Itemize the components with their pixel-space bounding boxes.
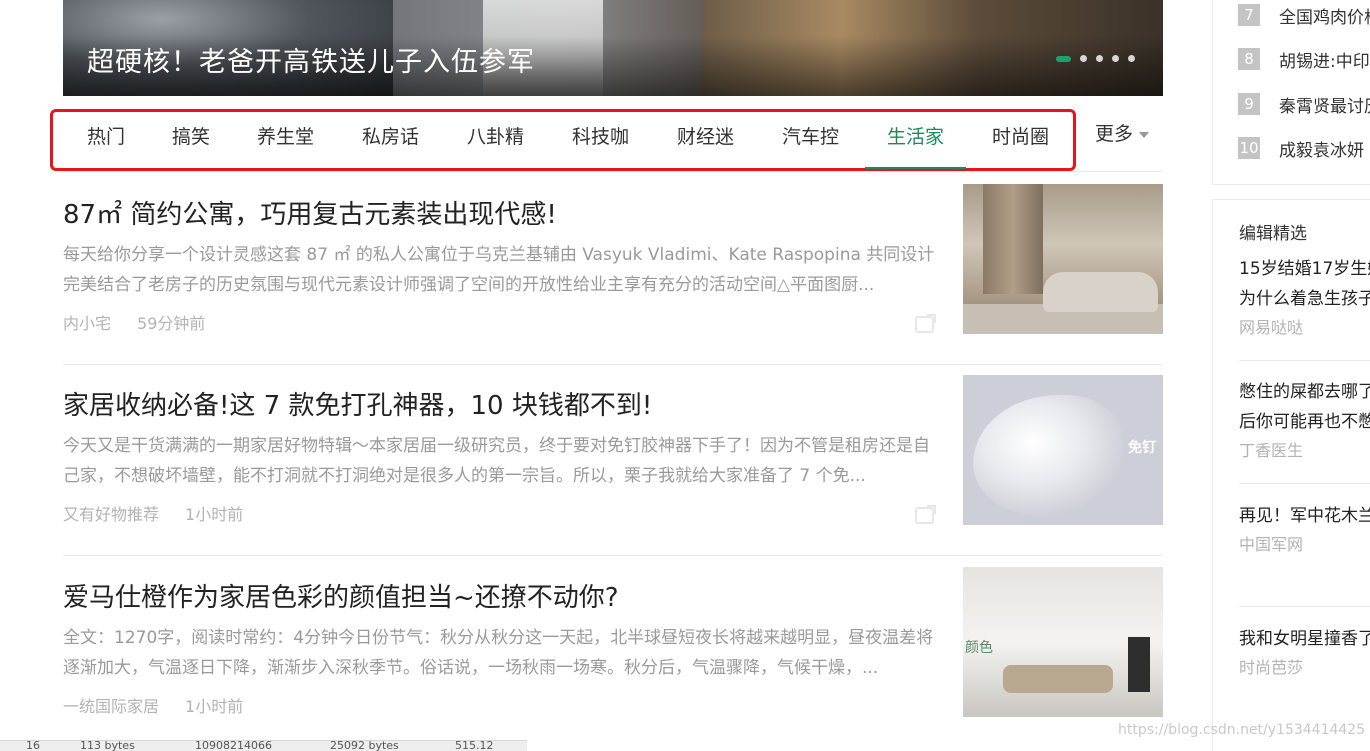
carousel-dot-3[interactable] xyxy=(1096,55,1103,62)
share-icon[interactable] xyxy=(915,314,936,333)
carousel-dots xyxy=(1056,55,1135,62)
article-summary: 全文：1270字，阅读时常约：4分钟今日份节气：秋分从秋分这一天起，北半球昼短夜… xyxy=(63,628,934,678)
editor-pick-title[interactable]: 憋住的屎都去哪了 xyxy=(1239,377,1370,407)
article-summary: 每天给你分享一个设计灵感这套 87 ㎡ 的私人公寓位于乌克兰基辅由 Vasyuk… xyxy=(63,245,935,295)
editor-pick-divider xyxy=(1239,606,1370,607)
editor-pick-divider xyxy=(1239,483,1370,484)
nav-tab-finance[interactable]: 财经迷 xyxy=(677,112,734,162)
editor-pick-title[interactable]: 再见！军中花木兰 xyxy=(1239,501,1370,531)
rank-number: 7 xyxy=(1238,4,1260,26)
category-nav: 热门 搞笑 养生堂 私房话 八卦精 科技咖 财经迷 汽车控 生活家 时尚圈 xyxy=(50,109,1076,171)
article-card[interactable]: 爱马仕橙作为家居色彩的颜值担当~还撩不动你? 全文：1270字，阅读时常约：4分… xyxy=(63,567,1163,748)
article-title[interactable]: 爱马仕橙作为家居色彩的颜值担当~还撩不动你? xyxy=(63,577,619,614)
editor-picks-heading: 编辑精选 xyxy=(1239,224,1307,244)
nav-tab-health[interactable]: 养生堂 xyxy=(257,112,314,162)
nav-tab-fashion[interactable]: 时尚圈 xyxy=(992,112,1049,162)
status-bar: 16 113 bytes 10908214066 25092 bytes 515… xyxy=(0,740,527,751)
editor-pick-title[interactable]: 为什么着急生孩子 xyxy=(1239,284,1370,314)
rank-title[interactable]: 成毅袁冰妍 xyxy=(1279,136,1364,161)
ranking-item[interactable]: 9 秦霄贤最讨厌 xyxy=(1238,92,1370,117)
thumbnail-text: 颜色 xyxy=(965,640,993,656)
rank-title[interactable]: 胡锡进:中印 xyxy=(1279,47,1370,72)
status-field: 16 xyxy=(26,740,40,751)
article-thumbnail[interactable]: 颜色 xyxy=(963,567,1163,717)
carousel-dot-2[interactable] xyxy=(1080,55,1087,62)
article-time: 1小时前 xyxy=(185,697,244,716)
banner-title[interactable]: 超硬核！老爸开高铁送儿子入伍参军 xyxy=(87,40,535,79)
editor-pick-source: 时尚芭莎 xyxy=(1239,658,1304,677)
editor-pick-divider xyxy=(1239,360,1370,361)
status-field: 515.12 xyxy=(455,740,494,751)
rank-number: 10 xyxy=(1238,137,1260,159)
editor-pick-title[interactable]: 15岁结婚17岁生娃 xyxy=(1239,254,1370,284)
rank-title[interactable]: 秦霄贤最讨厌 xyxy=(1279,92,1370,117)
carousel-dot-1[interactable] xyxy=(1056,55,1071,62)
nav-more-dropdown[interactable]: 更多 xyxy=(1095,109,1150,159)
ranking-item[interactable]: 8 胡锡进:中印 xyxy=(1238,47,1370,72)
thumb-curtain xyxy=(983,184,1043,294)
carousel-dot-4[interactable] xyxy=(1112,55,1119,62)
rank-number: 9 xyxy=(1238,93,1260,115)
article-summary: 今天又是干货满满的一期家居好物特辑～本家居届一级研究员，终于要对免钉胶神器下手了… xyxy=(63,436,930,486)
article-title[interactable]: 家居收纳必备!这 7 款免打孔神器，10 块钱都不到! xyxy=(63,385,652,422)
status-field: 113 bytes xyxy=(80,740,135,751)
editor-pick-source: 中国军网 xyxy=(1239,535,1304,554)
thumb-lamp xyxy=(1128,637,1150,692)
article-card[interactable]: 家居收纳必备!这 7 款免打孔神器，10 块钱都不到! 今天又是干货满满的一期家… xyxy=(63,375,1163,556)
article-source[interactable]: 内小宅 xyxy=(63,314,111,333)
nav-more-label: 更多 xyxy=(1095,123,1134,145)
share-icon[interactable] xyxy=(915,505,936,524)
editor-pick-item[interactable]: 我和女明星撞香了 时尚芭莎 xyxy=(1239,624,1370,682)
ranking-item[interactable]: 10 成毅袁冰妍 xyxy=(1238,136,1364,161)
thumb-cloth xyxy=(973,395,1123,515)
nav-tab-auto[interactable]: 汽车控 xyxy=(782,112,839,162)
rank-title[interactable]: 全国鸡肉价格 xyxy=(1279,3,1370,28)
editor-pick-source: 丁香医生 xyxy=(1239,441,1304,460)
nav-tab-life[interactable]: 生活家 xyxy=(864,112,967,169)
article-source[interactable]: 又有好物推荐 xyxy=(63,505,159,524)
editor-pick-title[interactable]: 后你可能再也不憋 xyxy=(1239,407,1370,437)
chevron-down-icon xyxy=(1139,131,1150,138)
article-divider xyxy=(63,364,1163,365)
watermark: https://blog.csdn.net/y1534414425 xyxy=(1118,722,1366,738)
carousel-dot-5[interactable] xyxy=(1128,55,1135,62)
article-divider xyxy=(63,555,1163,556)
editor-pick-item[interactable]: 15岁结婚17岁生娃 为什么着急生孩子 网易哒哒 xyxy=(1239,254,1370,342)
status-field: 10908214066 xyxy=(195,740,272,751)
article-thumbnail[interactable] xyxy=(963,184,1163,334)
article-meta: 一统国际家居 1小时前 xyxy=(63,693,243,717)
thumb-sofa xyxy=(1043,272,1158,312)
rank-number: 8 xyxy=(1238,48,1260,70)
headline-banner[interactable]: 超硬核！老爸开高铁送儿子入伍参军 xyxy=(63,0,1163,96)
article-time: 1小时前 xyxy=(185,505,244,524)
nav-divider xyxy=(63,171,1163,172)
nav-tab-tech[interactable]: 科技咖 xyxy=(572,112,629,162)
article-time: 59分钟前 xyxy=(137,314,206,333)
editor-pick-item[interactable]: 再见！军中花木兰 中国军网 xyxy=(1239,501,1370,559)
editor-pick-source: 网易哒哒 xyxy=(1239,318,1304,337)
thumb-couch xyxy=(1003,665,1113,693)
article-source[interactable]: 一统国际家居 xyxy=(63,697,159,716)
article-meta: 内小宅 59分钟前 xyxy=(63,310,205,334)
status-field: 25092 bytes xyxy=(330,740,399,751)
editor-pick-item[interactable]: 憋住的屎都去哪了 后你可能再也不憋 丁香医生 xyxy=(1239,377,1370,465)
nav-tab-hot[interactable]: 热门 xyxy=(87,112,125,162)
nav-tab-gossip[interactable]: 八卦精 xyxy=(467,112,524,162)
nav-tab-funny[interactable]: 搞笑 xyxy=(172,112,210,162)
editor-pick-title[interactable]: 我和女明星撞香了 xyxy=(1239,624,1370,654)
article-title[interactable]: 87㎡ 简约公寓，巧用复古元素装出现代感! xyxy=(63,194,557,231)
ranking-item[interactable]: 7 全国鸡肉价格 xyxy=(1238,3,1370,28)
article-card[interactable]: 87㎡ 简约公寓，巧用复古元素装出现代感! 每天给你分享一个设计灵感这套 87 … xyxy=(63,184,1163,365)
article-thumbnail[interactable]: 免钉 xyxy=(963,375,1163,525)
thumbnail-text: 免钉 xyxy=(1128,440,1156,456)
nav-tab-private-talk[interactable]: 私房话 xyxy=(362,112,419,162)
article-meta: 又有好物推荐 1小时前 xyxy=(63,501,243,525)
